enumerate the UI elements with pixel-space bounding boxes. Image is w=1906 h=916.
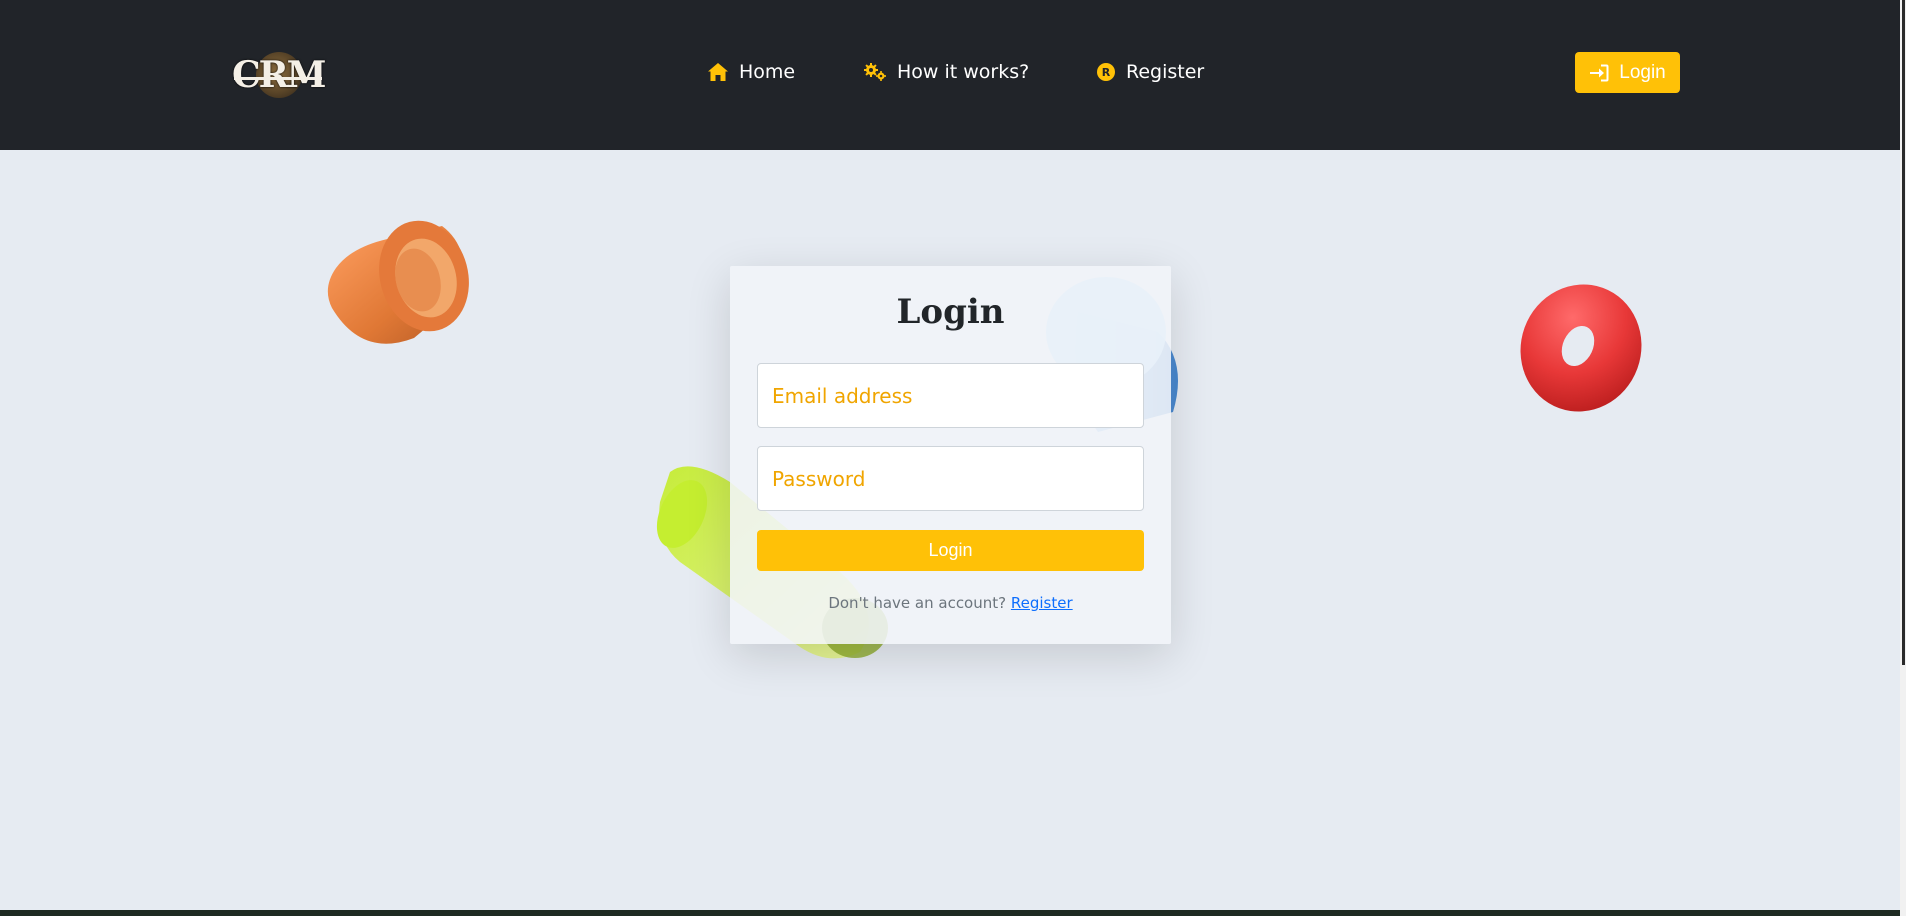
password-input[interactable] [757,446,1144,511]
nav-item-home[interactable]: Home [707,57,795,87]
logo-text: CRM [232,54,326,96]
logo-strike [234,77,322,80]
navbar: CRM Home How it works? R Register Login [0,0,1900,150]
nav-item-label: How it works? [897,61,1030,83]
register-link[interactable]: Register [1011,594,1073,612]
sign-in-icon [1589,64,1609,82]
header-login-button[interactable]: Login [1575,52,1680,93]
nav-item-register[interactable]: R Register [1096,57,1204,87]
gears-icon [863,62,887,82]
r-circle-icon: R [1096,62,1116,82]
signup-prompt-text: Don't have an account? [828,594,1007,612]
svg-text:R: R [1102,66,1111,79]
nav-item-label: Register [1126,61,1205,83]
login-card: Login Login Don't have an account? Regis… [730,266,1171,644]
login-title: Login [896,292,1005,332]
email-input[interactable] [757,363,1144,428]
home-icon [707,62,729,82]
nav-item-label: Home [739,61,796,83]
orange-tube-decoration [327,220,469,344]
red-torus-decoration [1520,284,1642,412]
footer-edge [0,910,1900,916]
signup-prompt-line: Don't have an account? Register [730,594,1171,612]
nav-item-how-it-works[interactable]: How it works? [863,57,1029,87]
scrollbar-thumb[interactable] [1902,0,1905,665]
logo[interactable]: CRM [232,50,326,102]
login-submit-button[interactable]: Login [757,530,1144,571]
header-login-label: Login [1619,61,1666,83]
